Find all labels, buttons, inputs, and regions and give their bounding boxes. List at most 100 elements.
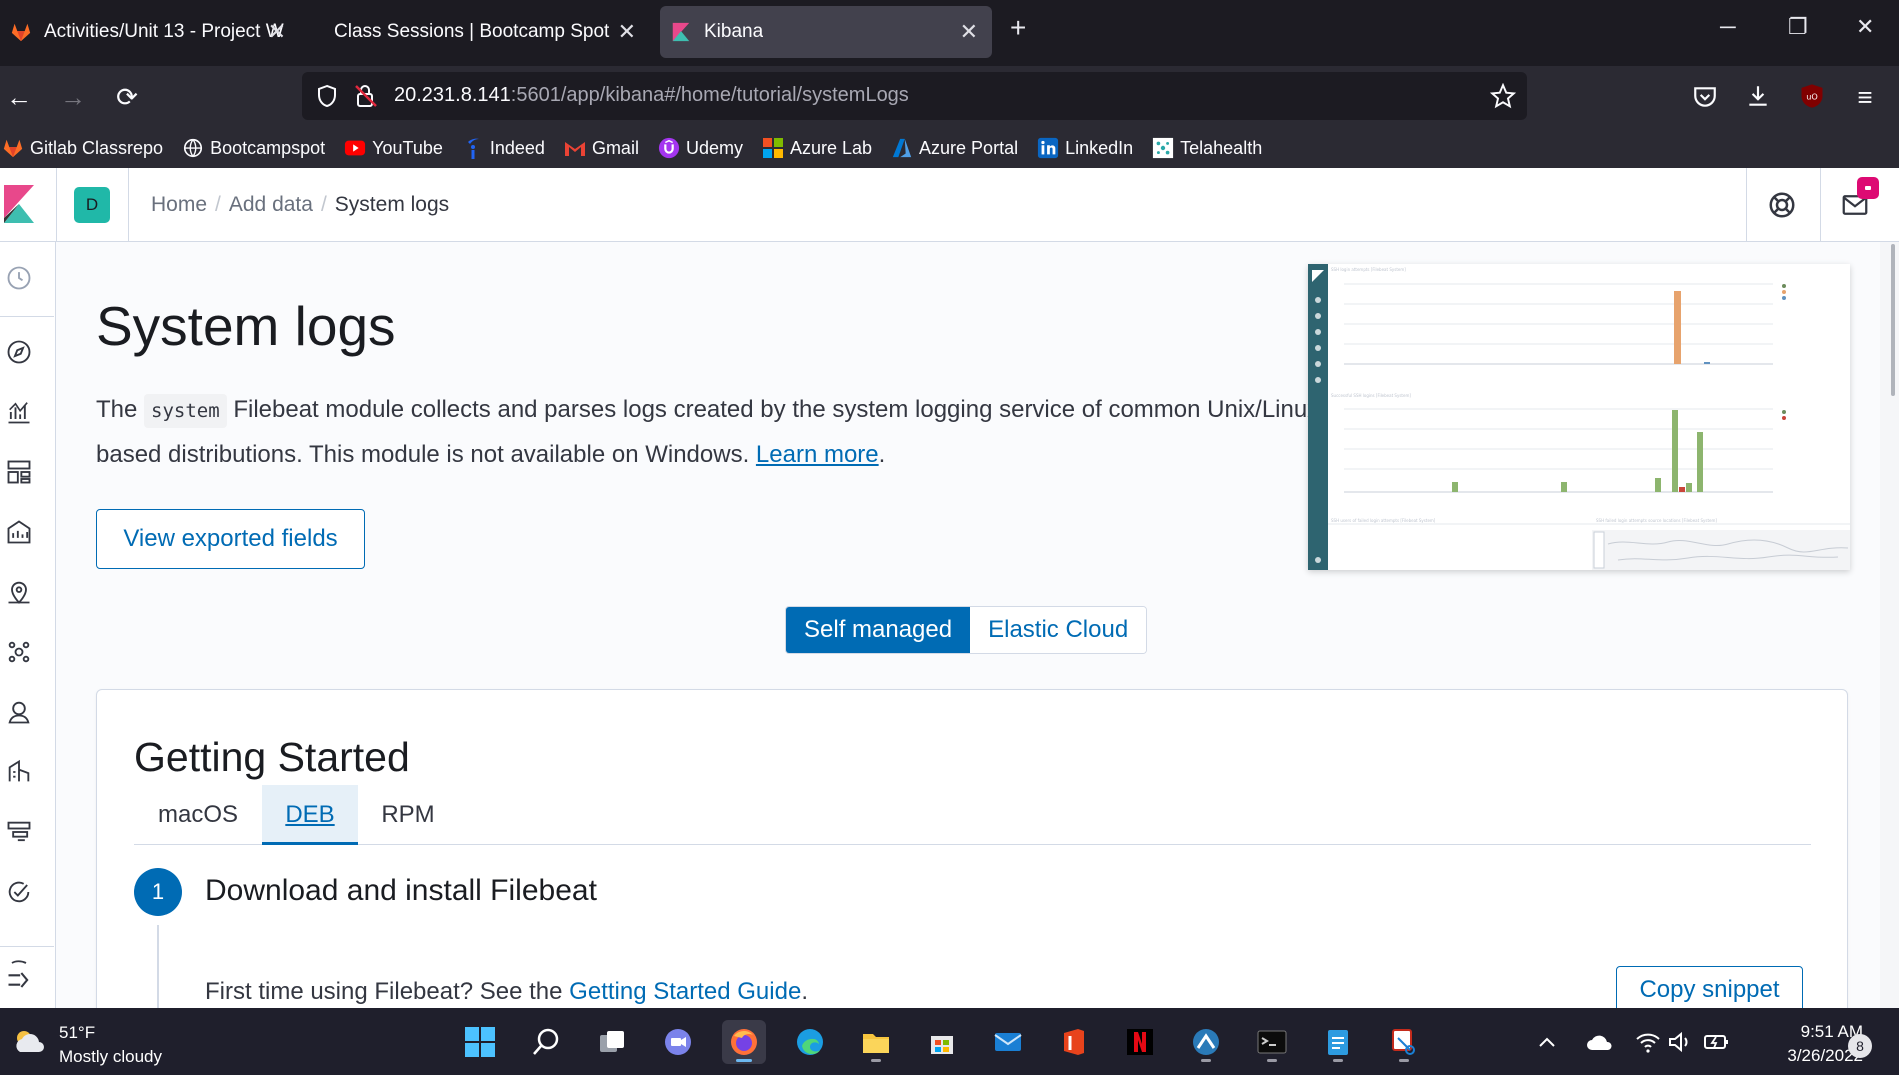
close-tab-icon[interactable]: ✕ [960,19,978,45]
back-icon[interactable]: ← [2,80,36,114]
tab-class-sessions[interactable]: Class Sessions | Bootcamp Spot ✕ [320,6,650,58]
canvas-icon[interactable] [5,518,33,546]
bookmark-label: YouTube [372,137,443,158]
self-managed-toggle[interactable]: Self managed [786,607,971,653]
reload-icon[interactable]: ⟳ [110,80,144,114]
new-tab-button[interactable]: + [1010,12,1026,44]
svg-text:uO: uO [1806,92,1818,102]
uptime-icon[interactable] [5,878,33,906]
url-text[interactable]: 20.231.8.141:5601/app/kibana#/home/tutor… [394,84,909,107]
kibana-logo-icon[interactable] [2,184,36,224]
bookmark-azure-lab[interactable]: Azure Lab [762,137,872,159]
taskbar-remote-desktop[interactable] [1184,1020,1228,1064]
browser-tab-strip: Activities/Unit 13 - Project Week ✕ Clas… [0,0,1899,66]
battery-charging-icon[interactable] [1703,1030,1731,1054]
taskbar-netflix[interactable] [1118,1020,1162,1064]
address-bar[interactable]: 20.231.8.141:5601/app/kibana#/home/tutor… [302,72,1527,120]
start-button[interactable] [458,1020,502,1064]
search-button[interactable] [524,1020,568,1064]
infrastructure-icon[interactable] [5,698,33,726]
notification-count-badge[interactable]: 8 [1848,1034,1872,1058]
bookmark-indeed[interactable]: Indeed [462,137,545,159]
shield-icon[interactable] [316,84,338,108]
tab-macos[interactable]: macOS [134,785,262,845]
taskbar-file-explorer[interactable] [854,1020,898,1064]
space-avatar[interactable]: D [74,187,110,223]
chat-button[interactable] [656,1020,700,1064]
breadcrumb-home[interactable]: Home [151,193,207,216]
recently-viewed-clock-icon[interactable] [5,264,33,292]
taskbar-terminal[interactable] [1250,1020,1294,1064]
azure-icon [891,137,913,159]
screen: Activities/Unit 13 - Project Week ✕ Clas… [0,0,1899,1075]
breadcrumb-current: System logs [334,193,450,216]
bookmark-azure-portal[interactable]: Azure Portal [891,137,1018,159]
taskbar-firefox[interactable] [722,1020,766,1064]
bookmark-label: Gmail [591,137,639,158]
tab-rpm[interactable]: RPM [358,785,458,845]
taskbar-store[interactable] [920,1020,964,1064]
tab-kibana[interactable]: Kibana ✕ [660,6,992,58]
downloads-icon[interactable] [1745,83,1771,109]
bookmark-label: Azure Portal [919,137,1019,158]
page-scrollbar[interactable] [1880,242,1899,1008]
bookmark-youtube[interactable]: YouTube [344,137,443,159]
bookmark-star-icon[interactable] [1490,83,1516,109]
help-icon[interactable] [1767,190,1797,220]
weather-description[interactable]: Mostly cloudy [59,1047,162,1067]
onedrive-cloud-icon[interactable] [1586,1032,1614,1052]
task-view-button[interactable] [590,1020,634,1064]
machine-learning-icon[interactable] [5,638,33,666]
learn-more-link[interactable]: Learn more [756,441,879,468]
header-divider [56,168,57,242]
clock-date[interactable]: 3/26/2022 [1750,1046,1863,1066]
hamburger-menu-icon[interactable]: ≡ [1848,80,1882,114]
bookmarks-bar: Gitlab Classrepo Bootcampspot YouTube Indee… [0,128,1899,168]
taskbar-notepad[interactable] [1316,1020,1360,1064]
speaker-icon[interactable] [1667,1030,1693,1054]
bookmark-gmail[interactable]: Gmail [564,137,639,159]
bookmark-udemy[interactable]: Udemy [658,137,743,159]
apm-icon[interactable] [5,818,33,846]
forward-icon[interactable]: → [56,80,90,114]
ublock-icon[interactable]: uO [1798,82,1826,110]
minimize-button[interactable]: ─ [1720,14,1736,40]
taskbar-mail[interactable] [986,1020,1030,1064]
bookmark-linkedin[interactable]: LinkedIn [1037,137,1133,159]
taskbar-edge[interactable] [788,1020,832,1064]
kibana-icon [672,22,690,42]
taskbar-office[interactable] [1052,1020,1096,1064]
copy-snippet-button[interactable]: Copy snippet [1616,966,1803,1008]
elastic-cloud-toggle[interactable]: Elastic Cloud [970,607,1147,653]
wifi-icon[interactable] [1635,1030,1661,1054]
maps-icon[interactable] [5,578,33,606]
bookmark-bootcampspot[interactable]: Bootcampspot [182,137,325,159]
close-tab-icon[interactable]: ✕ [268,19,286,45]
bookmark-label: Gitlab Classrepo [30,137,164,158]
restore-button[interactable]: ❐ [1788,14,1808,40]
weather-temperature[interactable]: 51°F [59,1023,95,1043]
tab-activities[interactable]: Activities/Unit 13 - Project Week ✕ [0,6,300,58]
visualize-chart-icon[interactable] [5,398,33,426]
discover-compass-icon[interactable] [5,338,33,366]
mail-icon [994,1033,1022,1051]
scrollbar-thumb[interactable] [1891,244,1895,396]
bookmark-telahealth[interactable]: Telahealth [1152,137,1262,159]
insecure-lock-icon[interactable] [354,84,380,108]
chevron-up-icon[interactable] [1537,1034,1557,1050]
close-tab-icon[interactable]: ✕ [618,19,636,45]
getting-started-guide-link[interactable]: Getting Started Guide [569,978,801,1005]
window-close-button[interactable]: ✕ [1856,14,1874,40]
youtube-icon [344,137,366,159]
bookmark-gitlab-classrepo[interactable]: Gitlab Classrepo [2,137,163,159]
tab-deb[interactable]: DEB [262,785,358,845]
breadcrumb-add-data[interactable]: Add data [229,193,313,216]
view-exported-fields-button[interactable]: View exported fields [96,509,365,569]
pocket-icon[interactable] [1692,84,1718,110]
weather-cloudy-icon[interactable] [10,1026,48,1056]
expand-nav-icon[interactable] [5,966,33,994]
taskbar-snipping-tool[interactable] [1382,1020,1426,1064]
dashboard-icon[interactable] [5,458,33,486]
terminal-icon [1257,1030,1287,1054]
logs-icon[interactable] [5,758,33,786]
